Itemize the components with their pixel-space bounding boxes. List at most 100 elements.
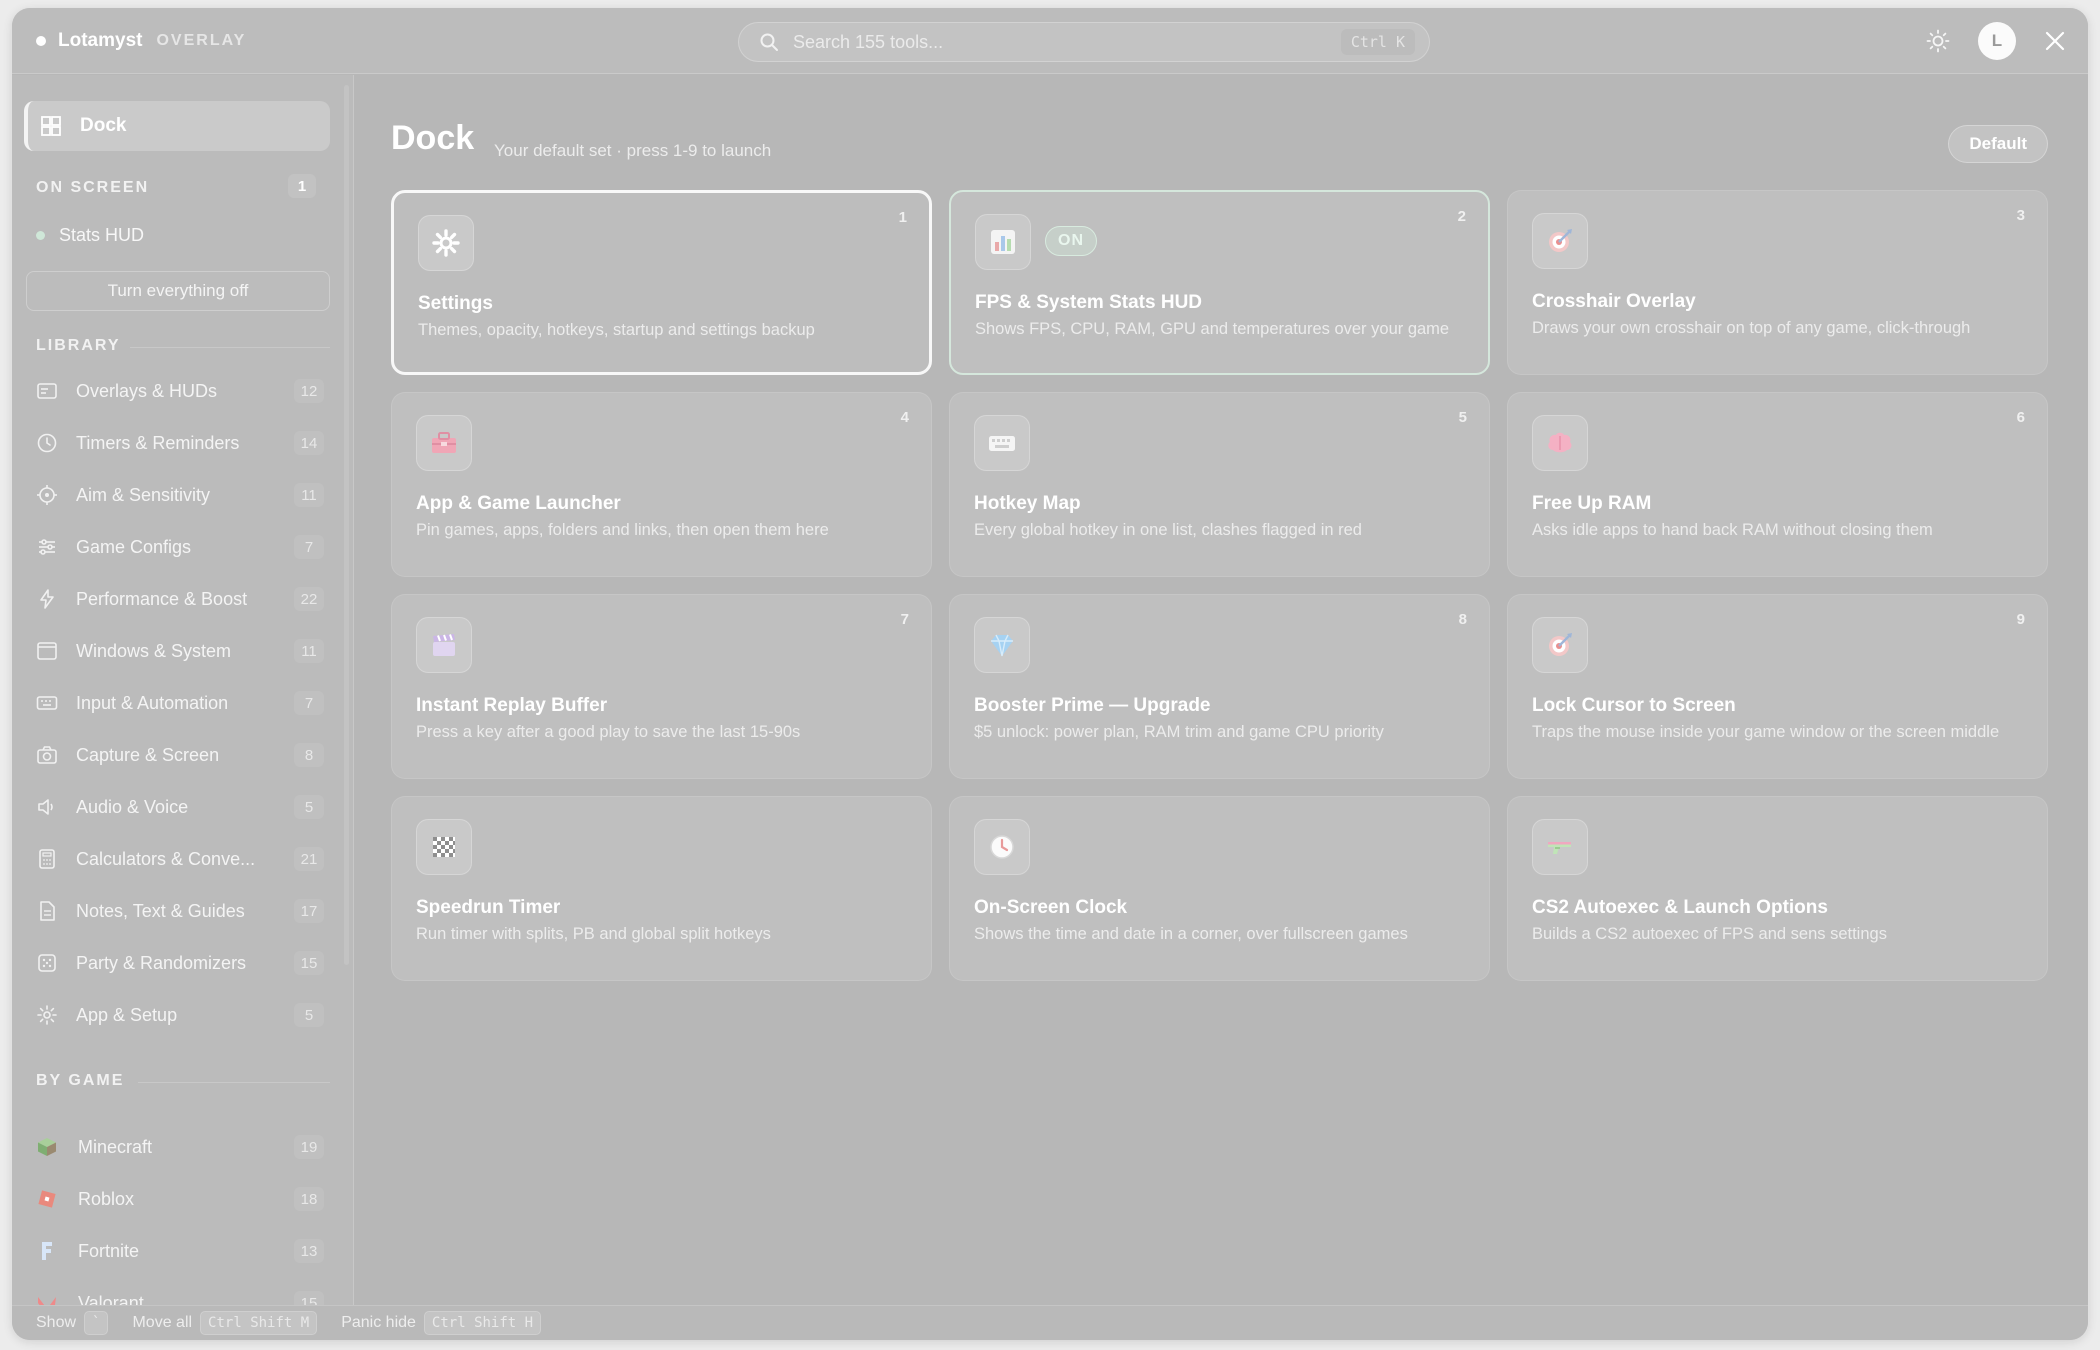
tool-card-instant-replay-buffer[interactable]: 7 Instant Replay Buffer Press a key after … bbox=[391, 594, 932, 779]
main-content: Dock Your default set · press 1-9 to lau… bbox=[355, 75, 2088, 1305]
sidebar-item-minecraft[interactable]: Minecraft 19 bbox=[36, 1128, 330, 1166]
item-count-badge: 11 bbox=[294, 639, 324, 663]
camera-icon bbox=[37, 746, 57, 764]
tool-description: Draws your own crosshair on top of any g… bbox=[1532, 319, 1971, 337]
tool-tile bbox=[1532, 415, 1588, 471]
hotkey-number: 3 bbox=[2016, 207, 2025, 224]
sidebar-item-label: Windows & System bbox=[76, 640, 232, 661]
tool-card-cs2-autoexec-launch-options[interactable]: CS2 Autoexec & Launch Options Builds a CS… bbox=[1507, 796, 2048, 981]
sidebar-item-calculators-conve[interactable]: Calculators & Conve... 21 bbox=[36, 840, 330, 878]
sidebar-item-overlays-huds[interactable]: Overlays & HUDs 12 bbox=[36, 372, 330, 410]
bar-chart-icon bbox=[991, 230, 1015, 254]
tool-title: Settings bbox=[418, 293, 493, 314]
tool-card-booster-prime-upgrade[interactable]: 8 Booster Prime — Upgrade $5 unlock: power… bbox=[949, 594, 1490, 779]
tool-card-free-up-ram[interactable]: 6 Free Up RAM Asks idle apps to hand back … bbox=[1507, 392, 2048, 577]
sidebar-item-game-configs[interactable]: Game Configs 7 bbox=[36, 528, 330, 566]
tool-tile bbox=[416, 415, 472, 471]
tool-card-settings[interactable]: 1 Settings Themes, opacity, hotkeys, start… bbox=[391, 190, 932, 375]
tool-card-fps-system-stats-hud[interactable]: 2 ON FPS & System Stats HUD Shows FPS, CPU,… bbox=[949, 190, 1490, 375]
default-set-button[interactable]: Default bbox=[1948, 125, 2048, 163]
item-count-badge: 11 bbox=[294, 483, 324, 507]
on-screen-item-stats-hud[interactable]: Stats HUD bbox=[36, 225, 144, 246]
checkered-flag-icon bbox=[433, 837, 455, 857]
gear-icon bbox=[37, 1005, 57, 1025]
sidebar-item-capture-screen[interactable]: Capture & Screen 8 bbox=[36, 736, 330, 774]
brain-icon bbox=[1548, 432, 1572, 453]
sidebar-item-app-setup[interactable]: App & Setup 5 bbox=[36, 996, 330, 1034]
sidebar-item-audio-voice[interactable]: Audio & Voice 5 bbox=[36, 788, 330, 826]
tool-description: Themes, opacity, hotkeys, startup and se… bbox=[418, 321, 815, 339]
brand-dot-icon bbox=[36, 36, 46, 46]
item-count-badge: 5 bbox=[294, 1003, 324, 1027]
sidebar-item-label: Calculators & Conve... bbox=[76, 848, 256, 869]
tool-card-on-screen-clock[interactable]: On-Screen Clock Shows the time and date i… bbox=[949, 796, 1490, 981]
tool-description: Press a key after a good play to save th… bbox=[416, 723, 801, 741]
tool-card-lock-cursor-to-screen[interactable]: 9 Lock Cursor to Screen Traps the mouse in… bbox=[1507, 594, 2048, 779]
avatar[interactable]: L bbox=[1978, 22, 2016, 60]
sidebar-item-fortnite[interactable]: Fortnite 13 bbox=[36, 1232, 330, 1270]
tool-card-crosshair-overlay[interactable]: 3 Crosshair Overlay Draws your own crossha… bbox=[1507, 190, 2048, 375]
search-input[interactable]: Search 155 tools... Ctrl K bbox=[738, 22, 1430, 62]
sidebar-item-input-automation[interactable]: Input & Automation 7 bbox=[36, 684, 330, 722]
sidebar-item-label: Input & Automation bbox=[76, 692, 229, 713]
sidebar-item-performance-boost[interactable]: Performance & Boost 22 bbox=[36, 580, 330, 618]
sidebar-item-label: Notes, Text & Guides bbox=[76, 900, 245, 921]
sidebar-item-label: Performance & Boost bbox=[76, 588, 248, 609]
tool-tile bbox=[1532, 819, 1588, 875]
active-dot-icon bbox=[36, 231, 45, 240]
sidebar-scrollbar[interactable] bbox=[344, 85, 349, 965]
tool-description: Every global hotkey in one list, clashes… bbox=[974, 521, 1362, 539]
panic-hide-label: Panic hide bbox=[341, 1314, 416, 1331]
hotkey-number: 4 bbox=[900, 409, 909, 426]
sidebar-item-label: Roblox bbox=[78, 1188, 135, 1209]
sidebar-item-label: Audio & Voice bbox=[76, 796, 189, 817]
tool-title: CS2 Autoexec & Launch Options bbox=[1532, 897, 1828, 918]
brand: Lotamyst OVERLAY bbox=[36, 30, 246, 52]
move-all-label: Move all bbox=[132, 1314, 193, 1331]
clapper-icon bbox=[433, 634, 455, 656]
sidebar-item-aim-sensitivity[interactable]: Aim & Sensitivity 11 bbox=[36, 476, 330, 514]
tool-description: Run timer with splits, PB and global spl… bbox=[416, 925, 771, 943]
section-by-game: BY GAME bbox=[36, 1072, 125, 1089]
gear-icon bbox=[432, 229, 460, 257]
hotkey-number: 2 bbox=[1457, 208, 1466, 225]
section-library: LIBRARY bbox=[36, 337, 121, 354]
sidebar-item-label: Capture & Screen bbox=[76, 744, 220, 765]
hotkey-number: 8 bbox=[1458, 611, 1467, 628]
sidebar-item-notes-text-guides[interactable]: Notes, Text & Guides 17 bbox=[36, 892, 330, 930]
item-count-badge: 12 bbox=[294, 379, 324, 403]
sidebar-item-party-randomizers[interactable]: Party & Randomizers 15 bbox=[36, 944, 330, 982]
theme-toggle-sun-icon[interactable] bbox=[1926, 29, 1950, 53]
item-count-badge: 15 bbox=[294, 951, 324, 975]
sidebar-item-label: Minecraft bbox=[78, 1136, 153, 1157]
tool-tile bbox=[1532, 617, 1588, 673]
sidebar-item-label: Overlays & HUDs bbox=[76, 380, 218, 401]
sidebar-item-timers-reminders[interactable]: Timers & Reminders 14 bbox=[36, 424, 330, 462]
sidebar-item-label: Game Configs bbox=[76, 536, 192, 557]
dice-icon bbox=[38, 954, 56, 972]
close-icon[interactable] bbox=[2044, 30, 2066, 52]
item-count-badge: 5 bbox=[294, 795, 324, 819]
tool-tile bbox=[974, 819, 1030, 875]
hotkey-number: 7 bbox=[900, 611, 909, 628]
sidebar-item-label: Aim & Sensitivity bbox=[76, 484, 211, 505]
gun-icon bbox=[1548, 842, 1571, 854]
roblox-icon bbox=[36, 1188, 58, 1210]
tool-card-hotkey-map[interactable]: 5 Hotkey Map Every global hotkey in one li… bbox=[949, 392, 1490, 577]
sidebar-item-windows-system[interactable]: Windows & System 11 bbox=[36, 632, 330, 670]
sidebar-item-roblox[interactable]: Roblox 18 bbox=[36, 1180, 330, 1218]
target-dart-icon bbox=[1549, 229, 1572, 252]
panic-hide-shortcut: Ctrl Shift H bbox=[423, 1311, 542, 1335]
tool-tile bbox=[418, 215, 474, 271]
keyboard-icon bbox=[989, 436, 1015, 451]
bolt-icon bbox=[40, 589, 54, 609]
sidebar-item-dock[interactable]: Dock bbox=[24, 101, 330, 151]
tool-card-speedrun-timer[interactable]: Speedrun Timer Run timer with splits, PB … bbox=[391, 796, 932, 981]
move-all-shortcut: Ctrl Shift M bbox=[200, 1311, 318, 1335]
sidebar-item-label: Fortnite bbox=[78, 1240, 140, 1261]
tool-card-app-game-launcher[interactable]: 4 App & Game Launcher Pin games, apps, fol… bbox=[391, 392, 932, 577]
tool-tile bbox=[975, 214, 1031, 270]
turn-everything-off-button[interactable]: Turn everything off bbox=[26, 271, 330, 311]
tool-description: Shows FPS, CPU, RAM, GPU and temperature… bbox=[975, 320, 1450, 338]
sidebar: Dock ON SCREEN 1 Stats HUD Turn everythi… bbox=[12, 75, 354, 1315]
